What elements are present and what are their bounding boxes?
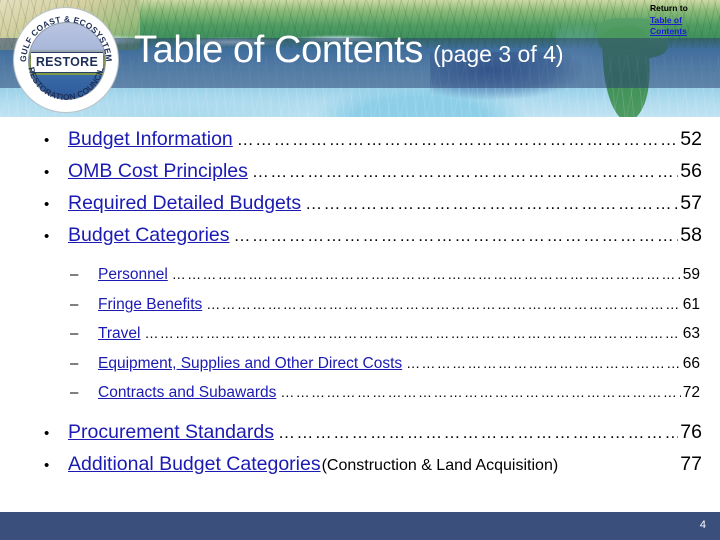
seal-arc-text: GULF COAST & ECOSYSTEM RESTORATION COUNC… [18, 14, 114, 102]
toc-subentry-link[interactable]: Personnel [98, 261, 168, 290]
leader-dots: …………………………………………………………………………………………………………… [280, 384, 680, 400]
toc-subentry-link[interactable]: Travel [98, 320, 141, 349]
bullet-icon: • [44, 456, 50, 474]
dash-icon: – [70, 295, 79, 313]
page-title: Table of Contents [134, 29, 423, 71]
page-title-block: Table of Contents (page 3 of 4) [134, 28, 594, 76]
return-to-toc-block: Return to Table of Contents [650, 3, 712, 38]
toc-subentry-page: 59 [682, 266, 700, 283]
toc-subentry-page: 72 [682, 384, 700, 401]
toc-entry-omb-cost-principles[interactable]: • OMB Cost Principles ………………………………………………… [0, 156, 720, 188]
toc-tail-list: • Procurement Standards …………………………………………… [0, 417, 720, 481]
dash-icon: – [70, 384, 79, 401]
toc-subentry-link[interactable]: Fringe Benefits [98, 291, 202, 320]
return-to-label: Return to [650, 3, 688, 13]
leader-dots: …………………………………………………………………………………………………………… [277, 422, 678, 442]
leader-dots: …………………………………………………………………………………………………………… [251, 162, 679, 181]
leader-dots: …………………………………………………………………………………………………………… [144, 325, 681, 341]
toc-entry-page: 57 [680, 192, 702, 214]
toc-entry-budget-categories[interactable]: • Budget Categories ……………………………………………………… [0, 220, 720, 252]
toc-entry-page: 76 [680, 420, 702, 443]
toc-subentry-contracts-subawards[interactable]: – Contracts and Subawards ……………………………………… [0, 378, 720, 408]
return-to-toc-link-line2[interactable]: Contents [650, 26, 712, 38]
toc-entry-required-detailed-budgets[interactable]: • Required Detailed Budgets ………………………………… [0, 188, 720, 220]
toc-entry-budget-information[interactable]: • Budget Information …………………………………………………… [0, 124, 720, 156]
bullet-icon: • [44, 424, 50, 442]
bullet-icon: • [44, 164, 50, 181]
toc-subentry-personnel[interactable]: – Personnel …………………………………………………………………………… [0, 260, 720, 290]
toc-subentry-page: 61 [682, 295, 700, 313]
bullet-icon: • [44, 196, 50, 213]
toc-entry-page: 77 [680, 452, 702, 475]
restore-council-seal-logo: RESTORE GULF COAST & ECOSYSTEM RESTORATI… [14, 8, 118, 112]
toc-entry-additional-budget-categories[interactable]: • Additional Budget Categories (Construc… [0, 449, 720, 481]
toc-subentry-link[interactable]: Equipment, Supplies and Other Direct Cos… [98, 350, 402, 379]
toc-subentry-fringe-benefits[interactable]: – Fringe Benefits …………………………………………………………… [0, 290, 720, 320]
bullet-icon: • [44, 228, 50, 245]
footer-page-number: 4 [699, 519, 706, 531]
toc-entry-link[interactable]: Budget Categories [68, 220, 230, 251]
seal-arc-top-text: GULF COAST & ECOSYSTEM [18, 14, 114, 62]
toc-entry-link[interactable]: Required Detailed Budgets [68, 188, 301, 219]
toc-entry-page: 52 [680, 128, 702, 150]
toc-subentry-page: 66 [682, 354, 700, 372]
page-title-subnote: (page 3 of 4) [433, 41, 564, 67]
dash-icon: – [70, 266, 79, 283]
toc-entry-note: (Construction & Land Acquisition) [321, 456, 559, 474]
footer-bar: 4 [0, 512, 720, 540]
toc-entry-link[interactable]: Procurement Standards [68, 417, 274, 448]
seal-arc-bottom-text: RESTORATION COUNCIL [26, 66, 105, 102]
toc-subentry-travel[interactable]: – Travel …………………………………………………………………………………… [0, 319, 720, 349]
toc-entry-procurement-standards[interactable]: • Procurement Standards …………………………………………… [0, 417, 720, 449]
toc-entry-link[interactable]: OMB Cost Principles [68, 156, 248, 187]
toc-subentry-page: 63 [682, 325, 700, 342]
toc-entry-link[interactable]: Budget Information [68, 124, 233, 155]
toc-main-list: • Budget Information …………………………………………………… [0, 124, 720, 252]
leader-dots: …………………………………………………………………………………………………………… [171, 266, 681, 282]
toc-subentry-link[interactable]: Contracts and Subawards [98, 379, 276, 408]
toc-entry-link[interactable]: Additional Budget Categories [68, 449, 321, 480]
leader-dots: …………………………………………………………………………………………………………… [236, 130, 679, 149]
leader-dots: …………………………………………………………………………………………………………… [233, 226, 679, 245]
toc-entry-page: 58 [680, 224, 702, 246]
toc-entry-page: 56 [680, 160, 702, 182]
dash-icon: – [70, 354, 79, 372]
leader-dots: …………………………………………………………………………………………………………… [406, 354, 681, 371]
leader-dots: …………………………………………………………………………………………………………… [305, 194, 678, 213]
return-to-toc-link-line1[interactable]: Table of [650, 15, 712, 27]
dash-icon: – [70, 325, 79, 342]
bullet-icon: • [44, 132, 50, 149]
toc-content: • Budget Information …………………………………………………… [0, 124, 720, 481]
toc-sub-list: – Personnel …………………………………………………………………………… [0, 260, 720, 408]
toc-subentry-equipment-supplies[interactable]: – Equipment, Supplies and Other Direct C… [0, 349, 720, 379]
leader-dots: …………………………………………………………………………………………………………… [206, 295, 681, 312]
